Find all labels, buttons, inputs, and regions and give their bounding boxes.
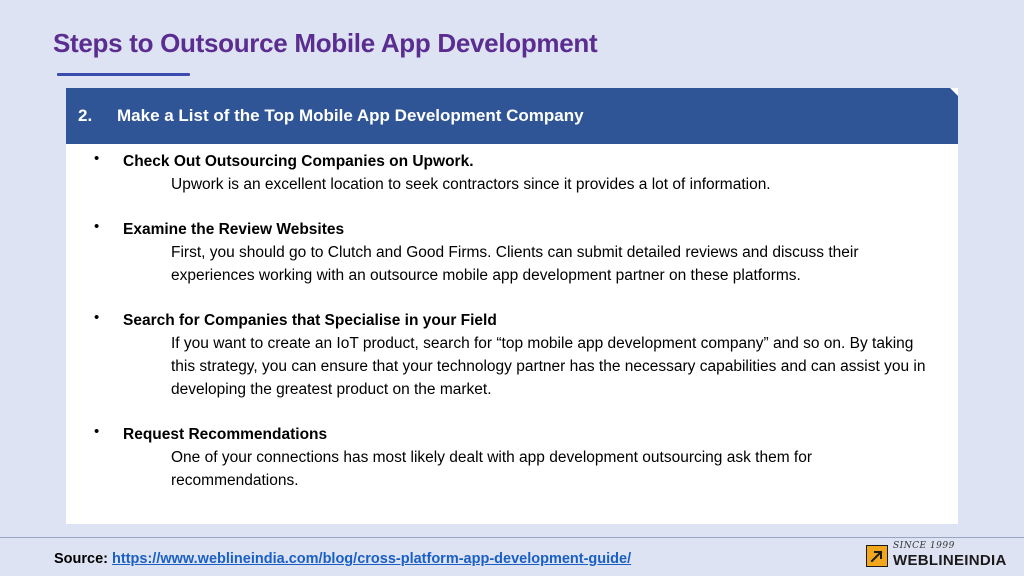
list-item-title: Search for Companies that Specialise in … — [123, 312, 497, 329]
logo-name-text: WEBLINEINDIA — [893, 552, 1007, 569]
list-item: • Search for Companies that Specialise i… — [66, 309, 958, 401]
bullet-list: • Check Out Outsourcing Companies on Upw… — [66, 150, 958, 515]
step-number: 2. — [78, 106, 93, 125]
bullet-icon: • — [94, 309, 100, 326]
arrow-up-right-icon — [866, 545, 888, 567]
source-link[interactable]: https://www.weblineindia.com/blog/cross-… — [112, 551, 631, 567]
company-logo: SINCE 1999 WEBLINEINDIA — [866, 541, 1016, 571]
logo-since-text: SINCE 1999 — [893, 541, 955, 551]
list-item-body: If you want to create an IoT product, se… — [171, 335, 926, 398]
bullet-icon: • — [94, 423, 100, 440]
bullet-icon: • — [94, 218, 100, 235]
list-item-body: Upwork is an excellent location to seek … — [171, 176, 771, 193]
list-item: • Examine the Review Websites First, you… — [66, 218, 958, 287]
list-item: • Check Out Outsourcing Companies on Upw… — [66, 150, 958, 196]
list-item-title: Examine the Review Websites — [123, 221, 345, 238]
source-line: Source: https://www.weblineindia.com/blo… — [54, 551, 631, 567]
source-label: Source: — [54, 551, 108, 567]
list-item-body: First, you should go to Clutch and Good … — [171, 244, 859, 284]
card-header: 2. Make a List of the Top Mobile App Dev… — [66, 88, 958, 144]
footer-divider — [0, 537, 1024, 538]
bullet-icon: • — [94, 150, 100, 167]
list-item-body: One of your connections has most likely … — [171, 449, 813, 489]
list-item: • Request Recommendations One of your co… — [66, 423, 958, 492]
content-card: 2. Make a List of the Top Mobile App Dev… — [66, 88, 958, 524]
card-heading: Make a List of the Top Mobile App Develo… — [117, 106, 584, 125]
page-title: Steps to Outsource Mobile App Developmen… — [53, 28, 598, 58]
title-underline — [57, 73, 190, 76]
list-item-title: Request Recommendations — [123, 426, 328, 443]
list-item-title: Check Out Outsourcing Companies on Upwor… — [123, 153, 474, 170]
